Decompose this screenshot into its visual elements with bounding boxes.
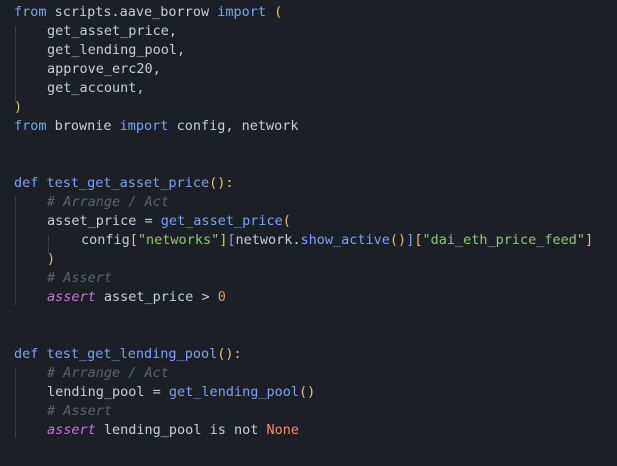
code-line-6: ) [14, 98, 22, 117]
keyword-import: import [119, 118, 169, 134]
code-line-4: approve_erc20, [47, 60, 161, 79]
indent-guide-4 [15, 368, 16, 438]
code-editor[interactable]: from scripts.aave_borrow import ( get_as… [0, 0, 617, 466]
keyword-import: import [217, 4, 266, 20]
import-name: get_lending_pool, [47, 42, 186, 58]
call-paren: ( [282, 213, 291, 229]
code-line-12: asset_price = get_asset_price( [47, 212, 291, 231]
code-line-22: # Assert [47, 402, 112, 421]
comment: # Assert [47, 403, 113, 419]
string-literal: "networks" [137, 232, 220, 248]
bracket: [ [129, 232, 138, 248]
code-line-21: lending_pool = get_lending_pool() [47, 383, 315, 402]
keyword-from: from [14, 4, 47, 20]
comment: # Assert [47, 270, 113, 286]
call-parens: () [298, 384, 316, 400]
assert-expression: asset_price > [95, 289, 218, 305]
code-line-23: assert lending_pool is not None [47, 421, 299, 440]
assignment-lhs: lending_pool = [47, 384, 169, 400]
function-name: test_get_lending_pool [38, 346, 218, 362]
code-line-13: config["networks"][network.show_active()… [81, 231, 593, 250]
method-name: show_active [300, 232, 390, 248]
import-name: get_asset_price, [47, 23, 178, 39]
code-line-14: ) [47, 250, 55, 269]
indent-guide-2 [15, 197, 16, 305]
code-line-7: from brownie import config, network [14, 117, 299, 136]
call-name: get_asset_price [160, 213, 283, 229]
code-line-11: # Arrange / Act [47, 193, 169, 212]
code-line-5: get_account, [47, 79, 145, 98]
config-name: config [81, 232, 130, 248]
code-line-16: assert asset_price > 0 [47, 288, 226, 307]
function-parens: (): [217, 346, 242, 362]
string-literal: "dai_eth_price_feed" [422, 232, 586, 248]
call-name: get_lending_pool [168, 384, 299, 400]
open-paren: ( [265, 4, 283, 20]
code-line-3: get_lending_pool, [47, 41, 185, 60]
close-paren: ) [14, 99, 23, 115]
code-line-15: # Assert [47, 269, 112, 288]
number-literal: 0 [217, 289, 226, 305]
import-names: config, network [168, 118, 299, 134]
close-paren: ) [47, 251, 56, 267]
indent-guide-1 [15, 26, 16, 102]
bracket: ] [585, 232, 594, 248]
function-name: test_get_asset_price [38, 175, 210, 191]
code-line-2: get_asset_price, [47, 22, 177, 41]
code-line-10: def test_get_asset_price(): [14, 174, 233, 193]
import-name: approve_erc20, [47, 61, 161, 77]
comment: # Arrange / Act [47, 365, 169, 381]
code-line-1: from scripts.aave_borrow import ( [14, 3, 282, 22]
keyword-assert: assert [47, 422, 96, 438]
function-parens: (): [209, 175, 234, 191]
comment: # Arrange / Act [47, 194, 169, 210]
network-name: network. [235, 232, 301, 248]
keyword-def: def [14, 175, 39, 191]
code-line-20: # Arrange / Act [47, 364, 169, 383]
assert-expression: lending_pool is not [95, 422, 267, 438]
import-name: get_account, [47, 80, 145, 96]
keyword-assert: assert [47, 289, 96, 305]
none-literal: None [266, 422, 299, 438]
method-parens: () [389, 232, 407, 248]
code-line-19: def test_get_lending_pool(): [14, 345, 242, 364]
module-name: brownie [46, 118, 120, 134]
module-name: scripts.aave_borrow [46, 4, 218, 20]
assignment-lhs: asset_price = [47, 213, 161, 229]
keyword-from: from [14, 118, 47, 134]
keyword-def: def [14, 346, 39, 362]
